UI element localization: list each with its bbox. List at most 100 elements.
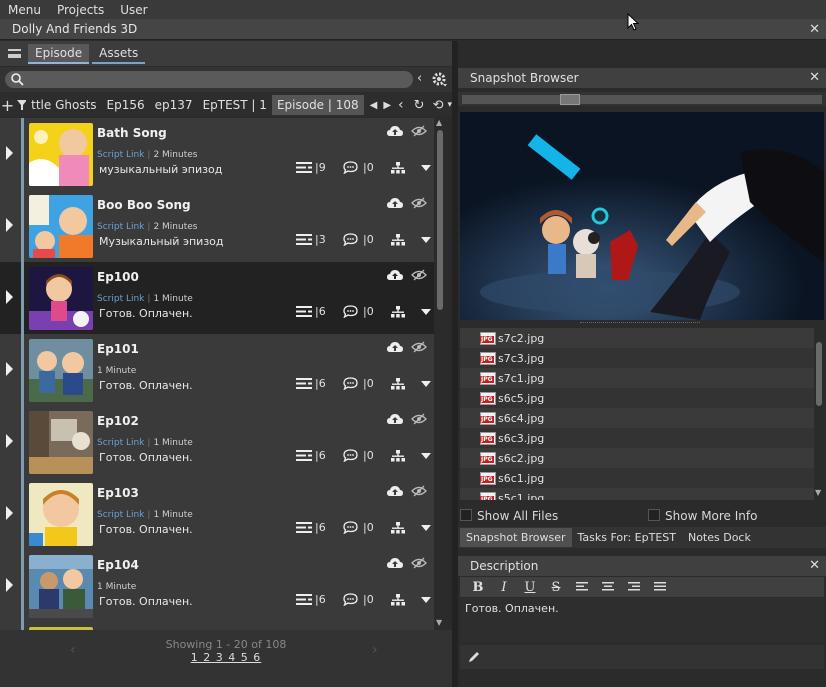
episode-row[interactable]: Ep104 1 Minute Готов. Оплачен. | 6 | 0	[0, 550, 434, 622]
tab-assets[interactable]: Assets	[92, 44, 146, 64]
script-link[interactable]: Script Link	[97, 294, 144, 304]
row-dropdown-icon[interactable]	[421, 165, 431, 171]
visibility-off-icon[interactable]	[411, 485, 427, 497]
scroll-right-icon[interactable]: ▶	[383, 100, 391, 111]
close-icon[interactable]: ✕	[809, 558, 820, 573]
scroll-up-icon[interactable]: ▲	[436, 118, 442, 127]
search-input[interactable]	[5, 71, 413, 88]
show-more-info-checkbox[interactable]	[648, 509, 660, 521]
expand-icon[interactable]	[6, 290, 13, 304]
episode-row[interactable]: Ep101 1 Minute Готов. Оплачен. | 6 | 0	[0, 334, 434, 406]
align-right-icon[interactable]	[622, 581, 646, 593]
row-dropdown-icon[interactable]	[421, 237, 431, 243]
align-justify-icon[interactable]	[648, 581, 672, 593]
script-link[interactable]: Script Link	[97, 222, 144, 232]
gear-icon[interactable]	[432, 72, 448, 88]
visibility-off-icon[interactable]	[411, 125, 427, 137]
hierarchy-icon[interactable]	[391, 594, 405, 606]
visibility-off-icon[interactable]	[411, 557, 427, 569]
breadcrumb-item[interactable]: ttle Ghosts	[26, 98, 101, 112]
breadcrumb-item[interactable]: Ep156	[102, 98, 150, 112]
episode-row[interactable]: Ep102 Script Link | 1 Minute Готов. Оплаче…	[0, 406, 434, 478]
cloud-upload-icon[interactable]	[387, 197, 403, 209]
episode-row[interactable]: Bath Song Script Link | 2 Minutes музыкаль…	[0, 118, 434, 190]
episode-list-scrollbar[interactable]: ▲ ▼	[436, 118, 444, 630]
hierarchy-icon[interactable]	[391, 522, 405, 534]
menu-projects[interactable]: Projects	[57, 3, 104, 17]
row-dropdown-icon[interactable]	[421, 381, 431, 387]
episode-title[interactable]: Ep101	[97, 342, 139, 356]
scroll-down-icon[interactable]: ▼	[436, 618, 442, 627]
cloud-upload-icon[interactable]	[387, 413, 403, 425]
episode-title[interactable]: Bath Song	[97, 126, 167, 140]
refresh-icon[interactable]: ↻	[414, 98, 425, 113]
breadcrumb-item[interactable]: ep137	[150, 98, 198, 112]
tab-episode[interactable]: Episode	[28, 43, 90, 64]
next-page-icon[interactable]: ›	[372, 642, 378, 658]
script-link[interactable]: Script Link	[97, 510, 144, 520]
file-item[interactable]: JPG s6c4.jpg	[460, 408, 814, 428]
file-item[interactable]: JPG s6c5.jpg	[460, 388, 814, 408]
row-dropdown-icon[interactable]	[421, 453, 431, 459]
episode-title[interactable]: Ep103	[97, 486, 139, 500]
hamburger-menu-icon[interactable]	[0, 49, 28, 58]
tab-tasks[interactable]: Tasks For: EpTEST	[572, 528, 682, 547]
menu-user[interactable]: User	[120, 3, 147, 17]
hierarchy-icon[interactable]	[391, 378, 405, 390]
panel-splitter[interactable]	[452, 41, 458, 687]
collapse-left-icon[interactable]: ‹	[417, 71, 422, 86]
back-icon[interactable]: ‹	[398, 97, 404, 113]
page-links[interactable]: 1 2 3 4 5 6	[0, 651, 452, 664]
show-all-files-label[interactable]: Show All Files	[477, 509, 558, 523]
scroll-down-icon[interactable]: ▼	[815, 488, 821, 497]
tab-notes-dock[interactable]: Notes Dock	[682, 528, 757, 547]
file-item[interactable]: JPG s6c3.jpg	[460, 428, 814, 448]
bold-button[interactable]: B	[466, 580, 490, 595]
episode-title[interactable]: Ep102	[97, 414, 139, 428]
visibility-off-icon[interactable]	[411, 269, 427, 281]
expand-icon[interactable]	[6, 218, 13, 232]
breadcrumb-item-active[interactable]: Episode | 108	[271, 95, 364, 115]
visibility-off-icon[interactable]	[411, 197, 427, 209]
visibility-off-icon[interactable]	[411, 413, 427, 425]
cloud-upload-icon[interactable]	[387, 269, 403, 281]
expand-icon[interactable]	[6, 506, 13, 520]
tab-snapshot-browser[interactable]: Snapshot Browser	[460, 528, 572, 547]
filter-icon[interactable]	[15, 98, 27, 112]
thumbnail-size-slider[interactable]	[458, 92, 826, 106]
show-all-files-checkbox[interactable]	[460, 509, 472, 521]
menu-menu[interactable]: Menu	[8, 3, 41, 17]
cloud-upload-icon[interactable]	[387, 125, 403, 137]
row-dropdown-icon[interactable]	[421, 525, 431, 531]
close-icon[interactable]: ✕	[809, 70, 820, 85]
description-editor[interactable]: Готов. Оплачен.	[460, 598, 824, 642]
cloud-upload-icon[interactable]	[387, 485, 403, 497]
file-item[interactable]: JPG s7c1.jpg	[460, 368, 814, 388]
strikethrough-button[interactable]: S	[544, 580, 568, 595]
hierarchy-icon[interactable]	[391, 450, 405, 462]
expand-icon[interactable]	[6, 578, 13, 592]
expand-icon[interactable]	[6, 146, 13, 160]
expand-icon[interactable]	[6, 434, 13, 448]
row-dropdown-icon[interactable]	[421, 597, 431, 603]
align-center-icon[interactable]	[596, 581, 620, 593]
italic-button[interactable]: I	[492, 580, 516, 595]
show-more-info-label[interactable]: Show More Info	[665, 509, 757, 523]
add-icon[interactable]: +	[0, 96, 15, 115]
snapshot-preview-image[interactable]	[460, 112, 824, 320]
hierarchy-icon[interactable]	[391, 162, 405, 174]
cloud-upload-icon[interactable]	[387, 557, 403, 569]
episode-row-selected[interactable]: Ep100 Script Link | 1 Minute Готов. Оплаче…	[0, 262, 434, 334]
close-icon[interactable]: ✕	[809, 22, 820, 37]
episode-title[interactable]: Boo Boo Song	[97, 198, 191, 212]
episode-row[interactable]: Ep103 Script Link | 1 Minute Готов. Оплаче…	[0, 478, 434, 550]
cloud-upload-icon[interactable]	[387, 341, 403, 353]
file-item[interactable]: JPG s7c3.jpg	[460, 348, 814, 368]
scrollbar-thumb[interactable]	[437, 130, 443, 310]
episode-row[interactable]: Boo Boo Song Script Link | 2 Minutes Музык…	[0, 190, 434, 262]
file-item[interactable]: JPG s6c1.jpg	[460, 468, 814, 488]
file-item[interactable]: JPG s7c2.jpg	[460, 328, 814, 348]
file-list-scrollbar[interactable]: ▼	[814, 328, 824, 500]
visibility-off-icon[interactable]	[411, 341, 427, 353]
script-link[interactable]: Script Link	[97, 150, 144, 160]
